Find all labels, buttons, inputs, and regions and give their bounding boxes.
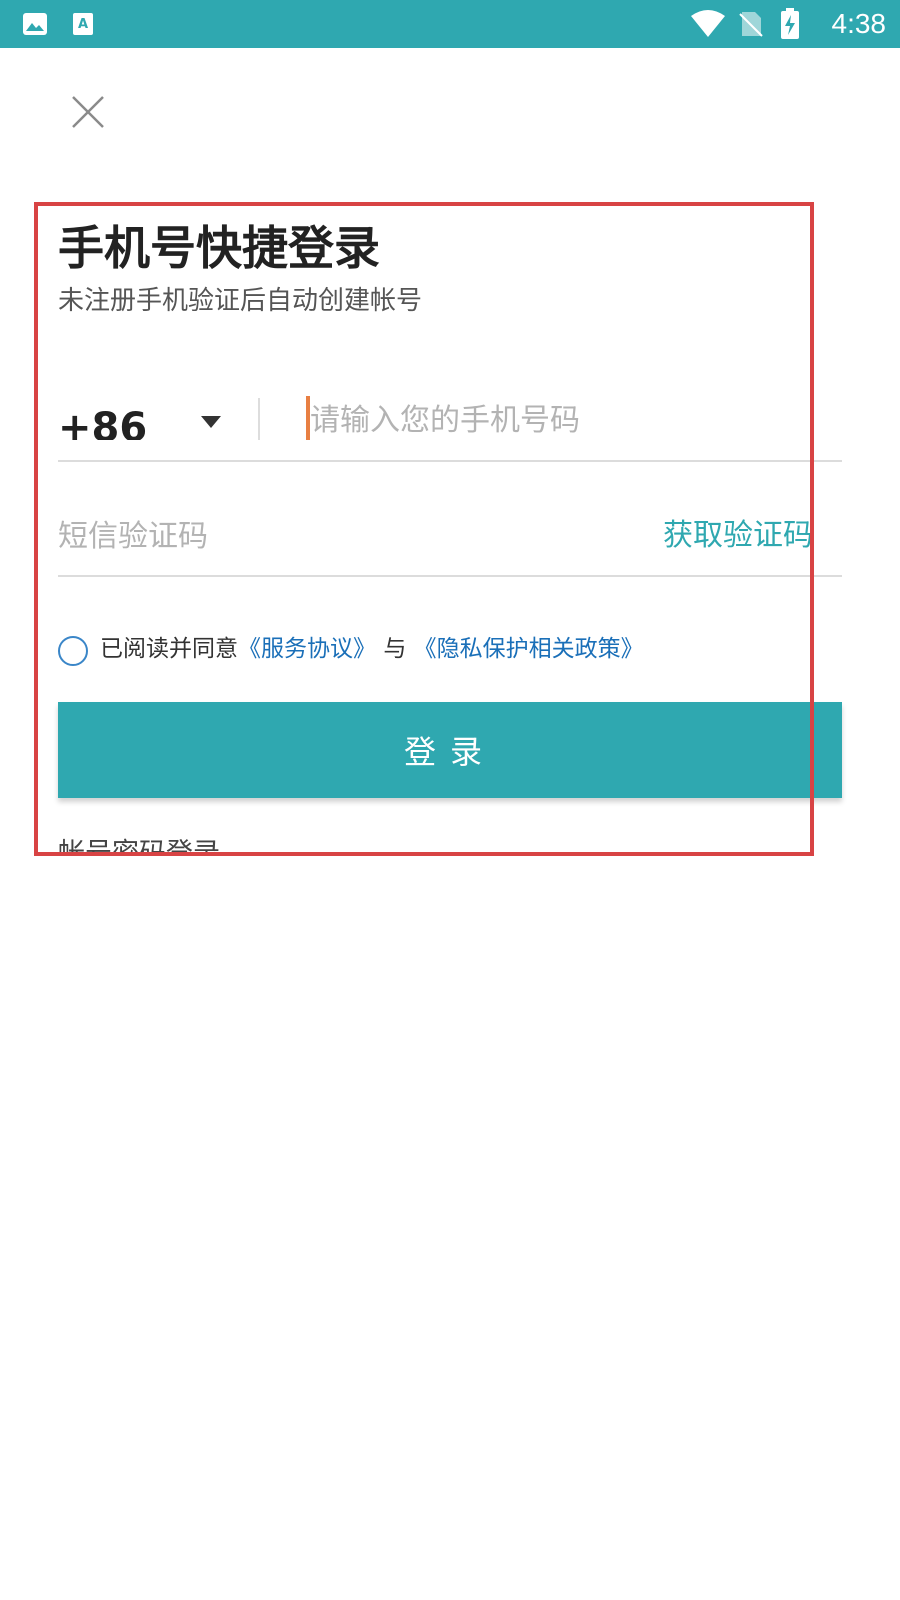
chevron-down-icon[interactable] [200, 415, 222, 429]
get-code-button[interactable]: 获取验证码 [663, 514, 813, 558]
wifi-icon [691, 10, 725, 37]
clock: 4:38 [831, 8, 887, 39]
sms-underline [58, 575, 842, 577]
agreement-text: 已阅读并同意《服务协议》 与 《隐私保护相关政策》 [100, 632, 644, 666]
phone-underline [58, 460, 842, 462]
close-icon[interactable] [68, 92, 108, 132]
page-title: 手机号快捷登录 [58, 221, 380, 275]
privacy-policy-link[interactable]: 《隐私保护相关政策》 [414, 636, 644, 662]
phone-input[interactable] [308, 398, 810, 442]
password-login-link[interactable]: 帐号密码登录 [58, 836, 220, 854]
field-divider [258, 398, 260, 440]
agreement-connector: 与 [383, 636, 407, 662]
service-agreement-link[interactable]: 《服务协议》 [238, 636, 376, 662]
svg-text:A: A [78, 17, 88, 32]
sms-code-input[interactable] [58, 512, 578, 560]
battery-charging-icon [781, 8, 799, 39]
login-button[interactable]: 登录 [58, 702, 842, 798]
image-icon [23, 13, 47, 35]
no-sim-icon [739, 12, 763, 37]
agreement-prefix: 已阅读并同意 [100, 636, 238, 662]
agreement-checkbox[interactable] [58, 636, 88, 666]
text-a-icon: A [73, 13, 93, 35]
page-subtitle: 未注册手机验证后自动创建帐号 [58, 286, 423, 316]
country-code[interactable]: +86 [58, 400, 147, 440]
status-bar: A 4:38 [0, 0, 900, 48]
